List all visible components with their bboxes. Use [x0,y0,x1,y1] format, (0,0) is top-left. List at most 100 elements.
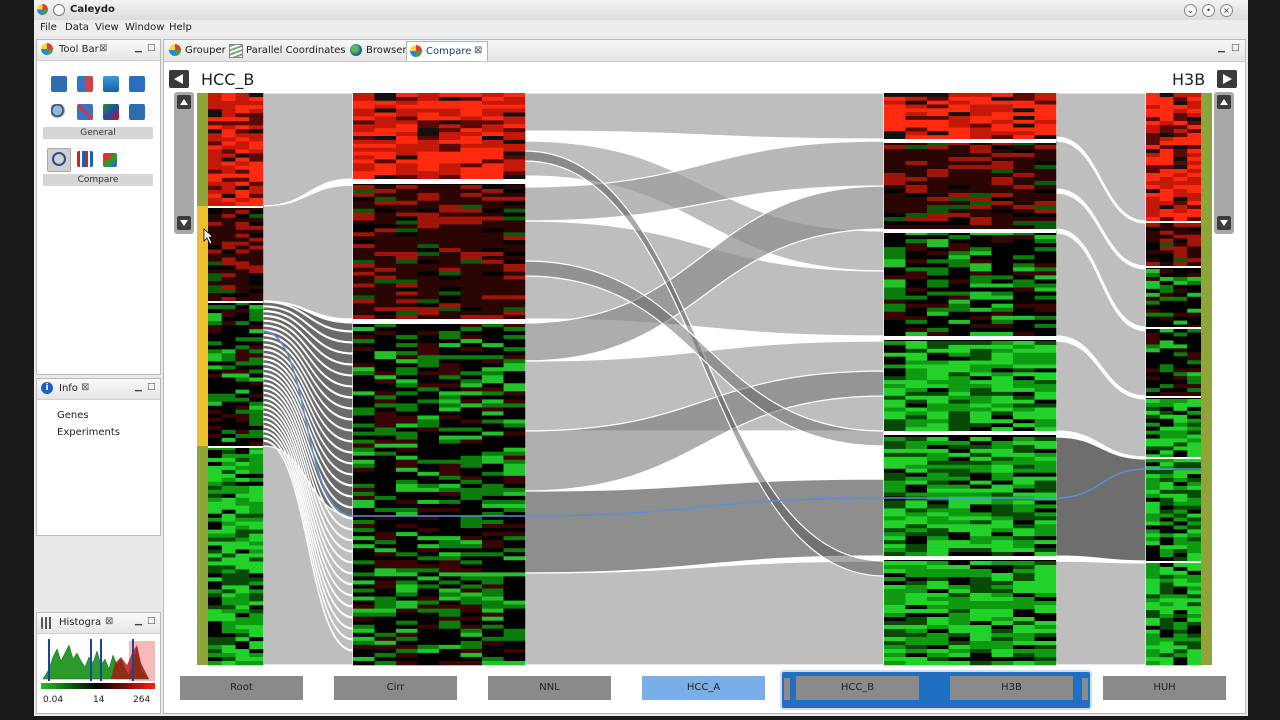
left-group-bar-selected[interactable] [197,206,208,446]
stack-button-nnl[interactable]: NNL [488,676,611,700]
menu-view[interactable]: View [95,22,119,33]
maximize-icon[interactable]: □ [147,616,156,626]
heatmap-cell [1013,149,1035,154]
minimize-icon[interactable]: ⌄ [1184,4,1197,17]
heatmap-cell [235,177,250,183]
pair-right-handle[interactable] [1082,678,1088,700]
minimize-icon[interactable]: ▁ [135,43,142,53]
scroll-down-left[interactable] [177,216,191,230]
heatmap-cell [235,625,250,630]
columns-icon[interactable] [77,151,93,167]
heatmap-cell [927,181,949,186]
heatmap-cell [374,185,397,190]
heatmap-cell [948,127,971,132]
stack-button-cirr[interactable]: Cirr [334,676,457,700]
color-icon[interactable] [103,104,119,120]
heatmap-cell [1013,661,1035,666]
heatmap-cell [460,147,483,152]
save-icon[interactable] [51,76,67,92]
close-icon[interactable]: × [1220,4,1233,17]
heatmap-cell [1187,430,1202,435]
search-icon[interactable] [47,148,71,172]
heatmap-cell [927,581,949,586]
stack-button-root[interactable]: Root [180,676,303,700]
clear-icon[interactable] [77,104,93,120]
heatmap-cell [503,295,526,300]
heatmap-cell [1173,399,1188,404]
previous-stack-button[interactable] [169,70,189,88]
stack-button-huh[interactable]: HUH [1103,676,1226,700]
maximize-icon[interactable]: • [1202,4,1215,17]
cluster-icon[interactable] [103,153,117,167]
save-as-icon[interactable] [129,104,145,120]
heatmap-cell [208,137,223,142]
heatmap-cell [460,275,483,280]
info-item-experiments[interactable]: Experiments [57,427,120,438]
heatmap-cell [1013,104,1035,109]
info-tab-label[interactable]: Info [59,383,78,394]
info-item-genes[interactable]: Genes [57,410,89,421]
heatmap-cell [884,613,906,618]
menu-file[interactable]: File [40,22,57,33]
camera-icon[interactable] [129,76,145,92]
pair-left-handle[interactable] [784,678,790,700]
group-separator [1146,266,1201,268]
heatmap-cell [208,545,223,550]
stack-button-hcc-a[interactable]: HCC_A [642,676,765,700]
heatmap-cell [1146,364,1161,369]
heatmap-cell [417,132,440,137]
minimize-icon[interactable]: ▁ [135,616,142,626]
stack-button-h3b[interactable]: H3B [950,676,1073,700]
heatmap-cell [235,657,250,662]
heatmap-cell [221,109,236,114]
close-icon[interactable]: ⊠ [99,43,107,54]
heatmap-cell [1013,165,1035,170]
heatmap-cell [1159,181,1174,186]
heatmap-cell [1159,352,1174,357]
close-icon[interactable]: ⊠ [81,382,89,393]
scroll-up-right[interactable] [1217,95,1231,109]
right-group-bar[interactable] [1201,93,1212,665]
swap-icon[interactable] [77,76,93,92]
menu-help[interactable]: Help [169,22,192,33]
histogram-tab-label[interactable]: Histogra [59,617,101,628]
heatmap-cell [905,492,928,497]
maximize-icon[interactable]: □ [147,382,156,392]
heatmap-cell [1034,323,1057,329]
stack-button-hcc-b[interactable]: HCC_B [796,676,919,700]
close-icon[interactable]: ⊠ [105,616,113,627]
heatmap-cell [1187,549,1202,554]
minimize-icon[interactable]: ▁ [135,382,142,392]
heatmap-cell [884,243,906,248]
window-menu-icon[interactable] [53,4,65,16]
menu-window[interactable]: Window [125,22,164,33]
heatmap-cell [1146,141,1161,146]
heatmap-cell [221,477,236,483]
compare-visualization [197,92,1212,666]
toolbar-tab-label[interactable]: Tool Bar [59,44,99,55]
heatmap-cell [927,484,949,489]
heatmap-cell [970,169,992,174]
heatmap-cell [1146,521,1161,526]
histogram-chart[interactable] [41,639,155,695]
heatmap-cell [249,153,264,158]
refresh-icon[interactable] [103,76,119,92]
heatmap-cell [948,657,971,662]
heatmap-cell [991,153,1014,158]
heatmap-cell [948,484,971,489]
scroll-down-right[interactable] [1217,216,1231,230]
right-scrollbar[interactable] [1214,92,1234,234]
menu-data[interactable]: Data [65,22,89,33]
heatmap-cell [503,331,526,336]
zoom-icon[interactable] [51,104,67,120]
heatmap-cell [396,528,418,533]
scroll-up-left[interactable] [177,95,191,109]
heatmap-cell [396,228,418,233]
heatmap-cell [884,197,906,202]
heatmap-cell [970,649,992,654]
heatmap-cell [1013,544,1035,549]
next-stack-button[interactable] [1217,70,1237,88]
heatmap-cell [884,625,906,630]
maximize-icon[interactable]: □ [147,43,156,53]
left-scrollbar[interactable] [174,92,194,234]
